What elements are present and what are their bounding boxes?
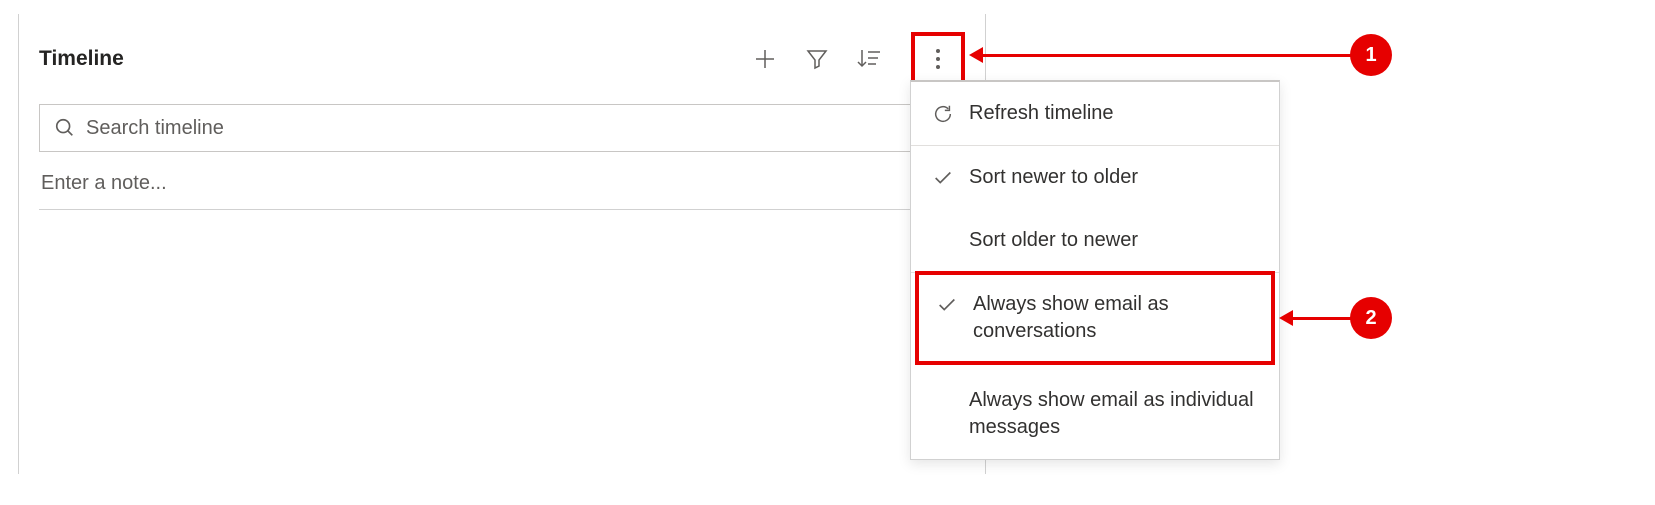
menu-section-sort: Sort newer to older Sort older to newer <box>911 146 1279 273</box>
sort-button[interactable] <box>853 43 885 75</box>
menu-item-sort-newer[interactable]: Sort newer to older <box>911 146 1279 209</box>
timeline-panel: Timeline <box>18 14 986 474</box>
menu-item-label: Always show email as conversations <box>973 291 1255 345</box>
more-commands-button[interactable] <box>911 32 965 86</box>
timeline-title: Timeline <box>39 47 749 71</box>
callout-arrow-line <box>982 54 1352 57</box>
timeline-header-actions <box>749 32 965 86</box>
timeline-search-box[interactable] <box>39 104 965 152</box>
callout-arrowhead <box>1279 310 1293 326</box>
callout-arrowhead <box>969 47 983 63</box>
callout-badge-1: 1 <box>1350 34 1392 76</box>
menu-item-sort-older[interactable]: Sort older to newer <box>911 209 1279 272</box>
checkmark-icon <box>935 293 959 317</box>
timeline-header: Timeline <box>39 32 965 86</box>
filter-button[interactable] <box>801 43 833 75</box>
plus-icon <box>753 47 777 71</box>
menu-section-email: Always show email as conversations Alway… <box>911 271 1279 459</box>
callout-badge-2: 2 <box>1350 297 1392 339</box>
more-commands-menu: Refresh timeline Sort newer to older Sor… <box>910 80 1280 460</box>
checkmark-icon <box>931 166 955 190</box>
menu-item-email-individual[interactable]: Always show email as individual messages <box>911 369 1279 459</box>
menu-item-refresh[interactable]: Refresh timeline <box>911 82 1279 145</box>
more-vertical-icon <box>935 47 941 71</box>
menu-section-refresh: Refresh timeline <box>911 82 1279 146</box>
menu-item-email-conversations[interactable]: Always show email as conversations <box>915 271 1275 365</box>
blank-icon <box>931 229 955 253</box>
menu-item-label: Sort newer to older <box>969 164 1259 191</box>
timeline-search-input[interactable] <box>86 117 950 140</box>
timeline-note-input[interactable] <box>41 172 963 195</box>
blank-icon <box>931 389 955 413</box>
timeline-note-row <box>39 172 965 210</box>
menu-item-label: Always show email as individual messages <box>969 387 1259 441</box>
callout-arrow-line <box>1292 317 1352 320</box>
search-icon <box>54 117 76 139</box>
filter-icon <box>805 47 829 71</box>
add-button[interactable] <box>749 43 781 75</box>
menu-item-label: Sort older to newer <box>969 227 1259 254</box>
refresh-icon <box>931 102 955 126</box>
menu-item-label: Refresh timeline <box>969 100 1259 127</box>
sort-icon <box>856 47 882 71</box>
